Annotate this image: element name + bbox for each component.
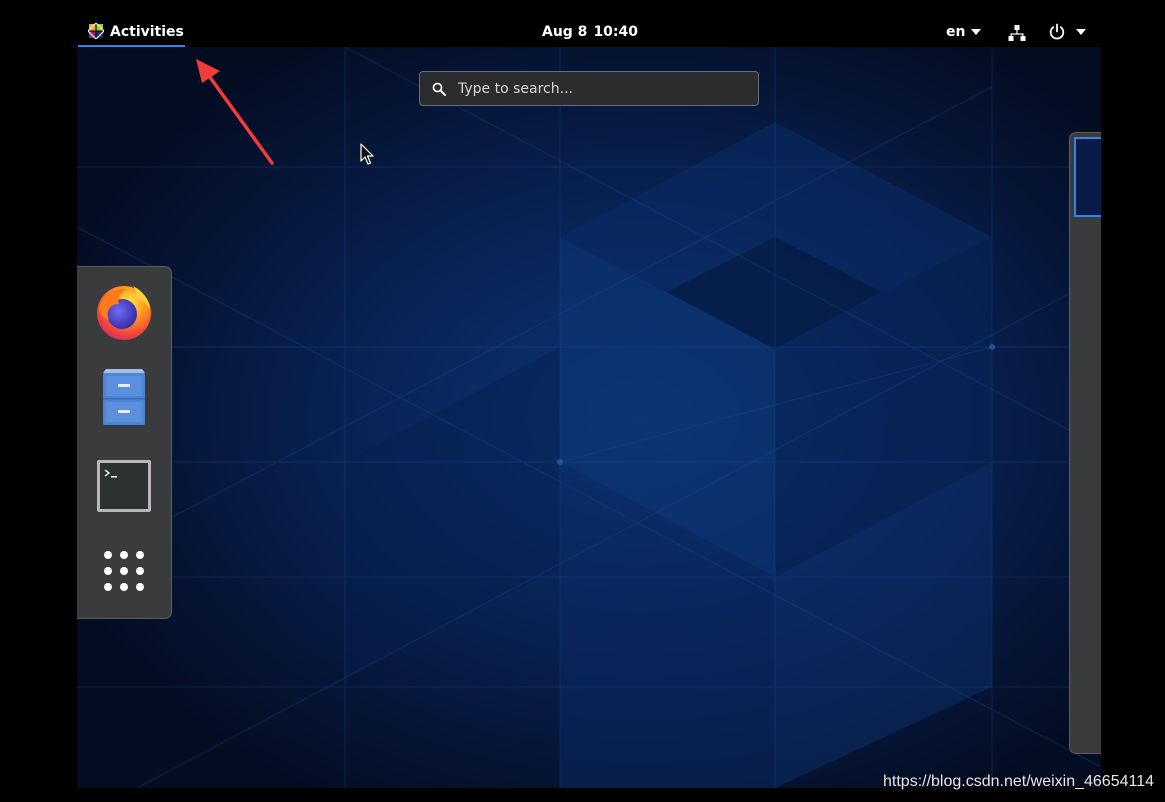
input-source-button[interactable]: en	[946, 22, 982, 42]
centos-logo-icon	[88, 23, 104, 39]
top-bar: Activities Aug 8 10:40 en	[0, 0, 1165, 50]
chevron-down-icon	[971, 29, 982, 35]
power-icon	[1049, 23, 1065, 40]
clock-button[interactable]: Aug 8 10:40	[520, 22, 660, 42]
network-wired-icon[interactable]	[1008, 24, 1026, 42]
red-arrow-annotation	[196, 59, 274, 165]
workspace-thumbnail[interactable]	[1074, 137, 1101, 217]
input-source-label: en	[946, 24, 966, 40]
system-menu-button[interactable]	[1048, 23, 1086, 41]
search-field[interactable]	[419, 71, 759, 106]
dash-item-firefox[interactable]	[90, 277, 158, 345]
watermark-text: https://blog.csdn.net/weixin_46654114	[883, 773, 1155, 790]
clock-date: Aug 8	[541, 24, 588, 40]
chevron-down-icon	[1076, 29, 1086, 35]
firefox-icon	[97, 286, 151, 340]
search-input[interactable]	[458, 80, 738, 97]
dash	[77, 266, 172, 619]
search-icon	[432, 82, 446, 96]
mouse-pointer-icon	[360, 143, 374, 165]
app-grid-icon	[104, 551, 144, 591]
activities-label: Activities	[110, 24, 184, 40]
dash-item-terminal[interactable]	[90, 452, 158, 520]
file-cabinet-icon	[103, 369, 145, 425]
terminal-icon	[97, 460, 151, 512]
clock-time: 10:40	[593, 24, 639, 40]
dash-item-show-applications[interactable]	[90, 537, 158, 605]
activities-button[interactable]: Activities	[78, 18, 185, 47]
dash-item-files[interactable]	[90, 362, 158, 430]
workspace-switcher	[1069, 132, 1101, 754]
